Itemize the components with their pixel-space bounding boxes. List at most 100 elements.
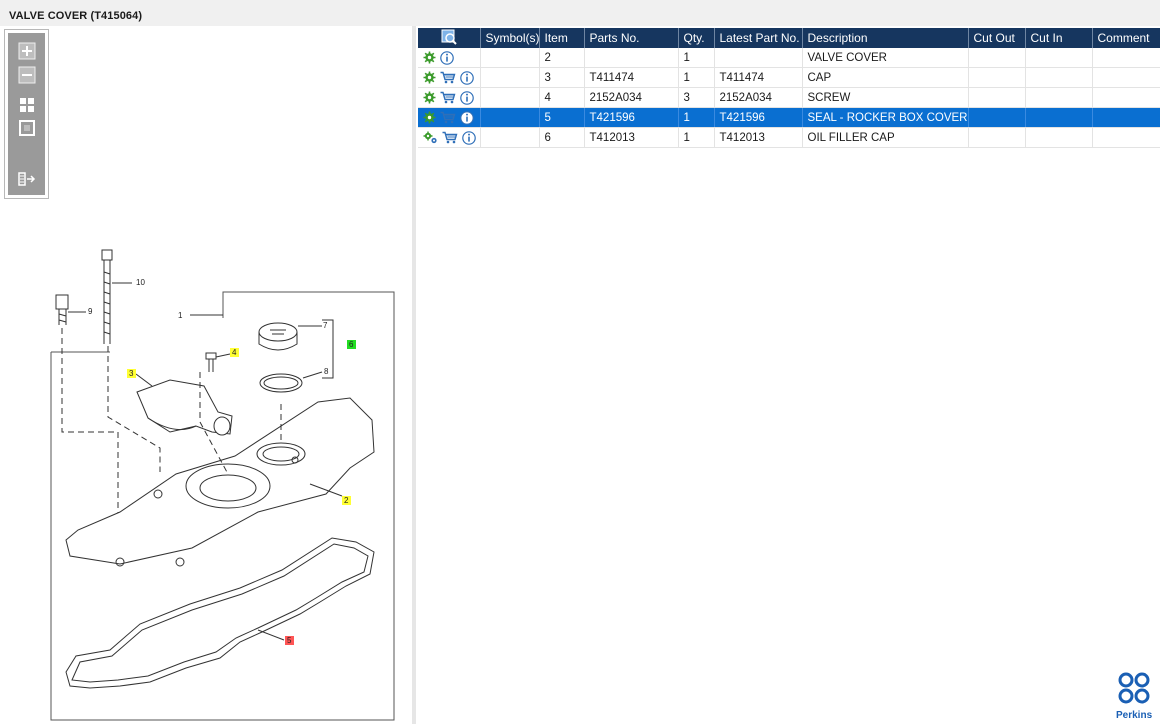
cell-comment xyxy=(1092,87,1160,108)
cell-item: 6 xyxy=(539,127,585,148)
parts-table: Symbol(s) Item Parts No. Qty. Latest Par… xyxy=(418,28,1160,148)
fit-page-icon[interactable] xyxy=(18,96,36,114)
cart-icon[interactable] xyxy=(442,131,458,144)
window-title: VALVE COVER (T415064) xyxy=(9,10,143,22)
cell-part-no: T411474 xyxy=(584,67,679,88)
exploded-parts-diagram[interactable]: 10 9 1 7 6 8 4 3 2 5 xyxy=(0,212,412,724)
cell-cut-in xyxy=(1025,48,1093,68)
cell-symbols xyxy=(480,107,540,128)
table-header: Symbol(s) Item Parts No. Qty. Latest Par… xyxy=(418,28,1160,48)
cell-item: 4 xyxy=(539,87,585,108)
svg-text:Perkins: Perkins xyxy=(1116,710,1152,721)
cell-part-no: T412013 xyxy=(584,127,679,148)
cell-item: 3 xyxy=(539,67,585,88)
cell-latest-part-no: T421596 xyxy=(714,107,803,128)
cell-qty: 1 xyxy=(678,48,715,68)
cell-latest-part-no: T411474 xyxy=(714,67,803,88)
info-icon[interactable] xyxy=(460,110,474,125)
column-header-comment[interactable]: Comment xyxy=(1092,28,1160,48)
table-row[interactable]: 4 2152A034 3 2152A034 SCREW xyxy=(418,87,1160,108)
cell-part-no xyxy=(584,48,679,68)
cell-description: VALVE COVER xyxy=(802,48,969,68)
column-header-description[interactable]: Description xyxy=(802,28,969,48)
cell-part-no: T421596 xyxy=(584,107,679,128)
cell-cut-in xyxy=(1025,87,1093,108)
cell-part-no: 2152A034 xyxy=(584,87,679,108)
cell-symbols xyxy=(480,87,540,108)
zoom-out-icon[interactable] xyxy=(18,66,36,84)
cell-cut-out xyxy=(968,107,1026,128)
column-header-cut-out[interactable]: Cut Out xyxy=(968,28,1026,48)
row-actions-cell xyxy=(418,67,481,88)
cell-qty: 1 xyxy=(678,107,715,128)
callout-7: 7 xyxy=(323,321,328,330)
diagram-toolbar xyxy=(8,33,45,195)
info-icon[interactable] xyxy=(460,90,474,105)
column-header-qty[interactable]: Qty. xyxy=(678,28,715,48)
table-row[interactable]: 3 T411474 1 T411474 CAP xyxy=(418,67,1160,88)
column-header-latest-part-no[interactable]: Latest Part No. xyxy=(714,28,803,48)
cell-cut-out xyxy=(968,87,1026,108)
gears-icon[interactable] xyxy=(423,131,438,144)
title-bar: VALVE COVER (T415064) xyxy=(0,0,1160,26)
cell-item: 5 xyxy=(539,107,585,128)
column-header-parts-no[interactable]: Parts No. xyxy=(584,28,679,48)
callout-10: 10 xyxy=(136,278,145,287)
cell-qty: 3 xyxy=(678,87,715,108)
find-in-diagram-icon[interactable] xyxy=(441,29,457,45)
cell-latest-part-no: 2152A034 xyxy=(714,87,803,108)
callout-5: 5 xyxy=(287,636,292,645)
info-icon[interactable] xyxy=(460,70,474,85)
callout-4: 4 xyxy=(232,348,237,357)
cell-comment xyxy=(1092,67,1160,88)
cart-icon[interactable] xyxy=(440,91,456,104)
cell-description: OIL FILLER CAP xyxy=(802,127,969,148)
column-header-symbols[interactable]: Symbol(s) xyxy=(480,28,540,48)
cell-comment xyxy=(1092,127,1160,148)
info-icon[interactable] xyxy=(440,50,454,65)
cell-qty: 1 xyxy=(678,67,715,88)
gear-icon[interactable] xyxy=(423,91,436,104)
row-actions-cell xyxy=(418,48,481,68)
zoom-in-icon[interactable] xyxy=(18,42,36,60)
cell-symbols xyxy=(480,48,540,68)
table-row[interactable]: 5 T421596 1 T421596 SEAL - ROCKER BOX COVER xyxy=(418,107,1160,128)
callout-6: 6 xyxy=(349,340,354,349)
info-icon[interactable] xyxy=(462,130,476,145)
diagram-pane: 10 9 1 7 6 8 4 3 2 5 xyxy=(0,26,412,724)
cell-comment xyxy=(1092,107,1160,128)
table-row[interactable]: 6 T412013 1 T412013 OIL FILLER CAP xyxy=(418,127,1160,148)
gear-icon[interactable] xyxy=(423,51,436,64)
gear-icon[interactable] xyxy=(423,111,436,124)
header-icon-cell[interactable] xyxy=(418,28,481,48)
cart-icon[interactable] xyxy=(440,111,456,124)
cell-latest-part-no xyxy=(714,48,803,68)
cell-description: SEAL - ROCKER BOX COVER xyxy=(802,107,969,128)
cell-cut-out xyxy=(968,48,1026,68)
parts-list-pane: Symbol(s) Item Parts No. Qty. Latest Par… xyxy=(416,26,1160,724)
row-actions-cell xyxy=(418,127,481,148)
callout-1: 1 xyxy=(178,311,183,320)
column-header-item[interactable]: Item xyxy=(539,28,585,48)
cell-symbols xyxy=(480,127,540,148)
cell-cut-out xyxy=(968,67,1026,88)
panel-collapse-icon[interactable] xyxy=(18,170,36,188)
callout-8: 8 xyxy=(324,367,329,376)
column-header-cut-in[interactable]: Cut In xyxy=(1025,28,1093,48)
cell-cut-in xyxy=(1025,67,1093,88)
cell-cut-in xyxy=(1025,127,1093,148)
diagram-toolbar-frame xyxy=(4,29,49,199)
table-row[interactable]: 2 1 VALVE COVER xyxy=(418,48,1160,68)
cell-cut-out xyxy=(968,127,1026,148)
callout-3: 3 xyxy=(129,369,134,378)
perkins-logo: Perkins xyxy=(1116,672,1152,721)
row-actions-cell xyxy=(418,107,481,128)
cell-comment xyxy=(1092,48,1160,68)
gear-icon[interactable] xyxy=(423,71,436,84)
cart-icon[interactable] xyxy=(440,71,456,84)
cell-cut-in xyxy=(1025,107,1093,128)
cell-qty: 1 xyxy=(678,127,715,148)
row-actions-cell xyxy=(418,87,481,108)
actual-size-icon[interactable] xyxy=(18,119,36,137)
callout-2: 2 xyxy=(344,496,349,505)
